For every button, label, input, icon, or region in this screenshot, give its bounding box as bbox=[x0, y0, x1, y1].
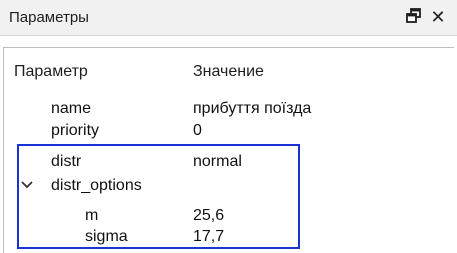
float-window-icon[interactable] bbox=[404, 7, 424, 27]
column-header-value[interactable]: Значение bbox=[193, 62, 264, 82]
panel-titlebar: Параметры ✕ bbox=[0, 0, 457, 36]
property-priority-value[interactable]: 0 bbox=[193, 121, 202, 140]
property-sigma-label[interactable]: sigma bbox=[85, 227, 128, 246]
property-sigma-value[interactable]: 17,7 bbox=[193, 227, 224, 246]
column-header-parameter[interactable]: Параметр bbox=[14, 62, 88, 82]
property-m-value[interactable]: 25,6 bbox=[193, 206, 224, 225]
close-icon[interactable]: ✕ bbox=[428, 7, 448, 27]
properties-panel: Параметры ✕ Параметр Значение name прибу… bbox=[0, 0, 457, 253]
property-priority-label[interactable]: priority bbox=[51, 121, 99, 140]
property-distr-value[interactable]: normal bbox=[193, 152, 242, 171]
property-m-label[interactable]: m bbox=[85, 206, 98, 225]
panel-title: Параметры bbox=[9, 9, 89, 26]
property-name-label[interactable]: name bbox=[51, 99, 91, 118]
chevron-down-icon[interactable] bbox=[20, 178, 34, 192]
property-distr-label[interactable]: distr bbox=[51, 152, 81, 171]
float-window-icon-glyph bbox=[406, 8, 421, 23]
property-distr-options-label[interactable]: distr_options bbox=[51, 176, 142, 195]
property-name-value[interactable]: прибуття поїзда bbox=[193, 99, 311, 118]
